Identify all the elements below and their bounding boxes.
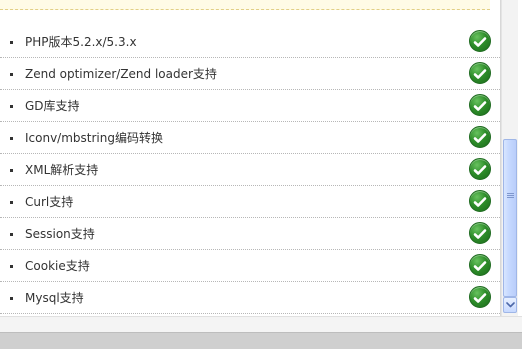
check-circle-icon <box>469 158 491 180</box>
scrollbar-grip-icon <box>507 192 514 200</box>
bullet-marker <box>10 41 13 44</box>
environment-check-panel: PHP版本5.2.x/5.3.x Zend optimizer/Zend loa… <box>0 0 501 316</box>
check-mark-icon <box>473 261 487 271</box>
check-mark-icon <box>473 133 487 143</box>
requirement-row: Mysql支持 <box>0 282 500 314</box>
requirement-row: PHP版本5.2.x/5.3.x <box>0 26 500 58</box>
bullet-marker <box>10 265 13 268</box>
check-circle-icon <box>469 94 491 116</box>
check-mark-icon <box>473 293 487 303</box>
check-mark-icon <box>473 69 487 79</box>
requirement-row: Session支持 <box>0 218 500 250</box>
chevron-down-icon <box>506 302 515 308</box>
requirement-label: Zend optimizer/Zend loader支持 <box>25 67 217 81</box>
requirement-row: GD库支持 <box>0 90 500 122</box>
check-circle-icon <box>469 286 491 308</box>
check-mark-icon <box>473 101 487 111</box>
requirement-label: Session支持 <box>25 227 95 241</box>
check-circle-icon <box>469 222 491 244</box>
scrollbar-thumb[interactable] <box>503 139 517 297</box>
bullet-marker <box>10 201 13 204</box>
install-check-window: PHP版本5.2.x/5.3.x Zend optimizer/Zend loa… <box>0 0 522 316</box>
bullet-marker <box>10 73 13 76</box>
requirement-row: XML解析支持 <box>0 154 500 186</box>
bullet-marker <box>10 233 13 236</box>
check-mark-icon <box>473 229 487 239</box>
requirements-list: PHP版本5.2.x/5.3.x Zend optimizer/Zend loa… <box>0 26 500 314</box>
check-mark-icon <box>473 37 487 47</box>
check-circle-icon <box>469 62 491 84</box>
bullet-marker <box>10 105 13 108</box>
requirement-label: GD库支持 <box>25 99 80 113</box>
bullet-marker <box>10 169 13 172</box>
check-mark-icon <box>473 165 487 175</box>
notice-strip <box>0 0 490 10</box>
footer-gap <box>0 316 522 332</box>
check-circle-icon <box>469 30 491 52</box>
scroll-down-button[interactable] <box>503 297 517 313</box>
requirement-label: Cookie支持 <box>25 259 90 273</box>
requirement-row: Iconv/mbstring编码转换 <box>0 122 500 154</box>
requirement-row: Curl支持 <box>0 186 500 218</box>
vertical-scrollbar[interactable] <box>501 0 518 316</box>
check-circle-icon <box>469 126 491 148</box>
requirement-row: Cookie支持 <box>0 250 500 282</box>
requirement-label: PHP版本5.2.x/5.3.x <box>25 35 137 49</box>
requirement-label: XML解析支持 <box>25 163 99 177</box>
check-circle-icon <box>469 190 491 212</box>
bullet-marker <box>10 137 13 140</box>
check-mark-icon <box>473 197 487 207</box>
footer-bar <box>0 332 522 349</box>
requirement-row: Zend optimizer/Zend loader支持 <box>0 58 500 90</box>
check-circle-icon <box>469 254 491 276</box>
requirement-label: Curl支持 <box>25 195 74 209</box>
requirement-label: Mysql支持 <box>25 291 84 305</box>
requirement-label: Iconv/mbstring编码转换 <box>25 131 163 145</box>
bullet-marker <box>10 297 13 300</box>
